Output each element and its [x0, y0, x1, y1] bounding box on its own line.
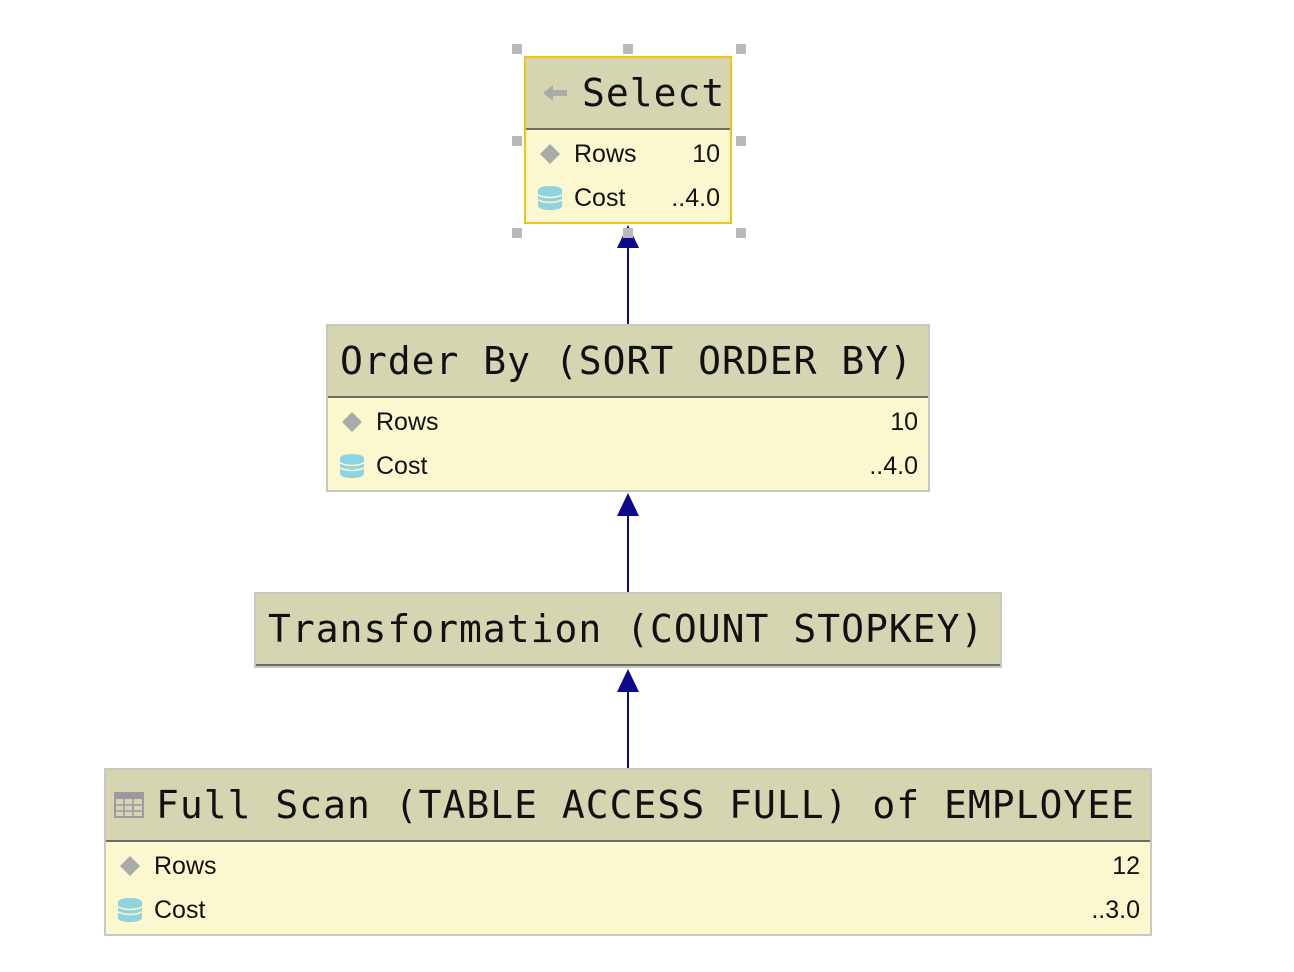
prop-label: Rows [574, 139, 637, 168]
database-icon [338, 452, 366, 480]
resize-handle-n[interactable] [623, 44, 633, 54]
node-title: Full Scan (TABLE ACCESS FULL) of EMPLOYE… [156, 783, 1135, 827]
prop-value: 12 [1112, 851, 1140, 880]
resize-handle-e[interactable] [736, 136, 746, 146]
edge-orderby-to-select [617, 225, 639, 324]
resize-handle-ne[interactable] [736, 44, 746, 54]
node-title: Transformation (COUNT STOPKEY) [268, 607, 985, 651]
table-icon [112, 788, 146, 822]
node-header: Transformation (COUNT STOPKEY) [256, 594, 1000, 666]
prop-row-rows: Rows 10 [328, 400, 928, 444]
prop-row-cost: Cost ..4.0 [328, 444, 928, 488]
prop-row-rows: Rows 10 [526, 132, 730, 176]
diamond-icon [536, 140, 564, 168]
node-title: Order By (SORT ORDER BY) [340, 339, 914, 383]
prop-value: 10 [890, 407, 918, 436]
edge-fullscan-to-transformation [617, 669, 639, 768]
plan-node-transformation[interactable]: Transformation (COUNT STOPKEY) [254, 592, 1002, 668]
diamond-icon [116, 852, 144, 880]
prop-label: Cost [376, 451, 428, 480]
prop-label: Cost [574, 183, 626, 212]
database-icon [536, 184, 564, 212]
plan-node-select[interactable]: Select Rows 10 Cost ..4.0 [524, 56, 732, 224]
prop-label: Rows [154, 851, 217, 880]
node-title: Select [582, 71, 726, 115]
prop-label: Cost [154, 895, 206, 924]
node-header: Full Scan (TABLE ACCESS FULL) of EMPLOYE… [106, 770, 1150, 842]
prop-value: 10 [692, 139, 720, 168]
diamond-icon [338, 408, 366, 436]
resize-handle-w[interactable] [512, 136, 522, 146]
prop-label: Rows [376, 407, 439, 436]
database-icon [116, 896, 144, 924]
edge-transformation-to-orderby [617, 493, 639, 592]
resize-handle-sw[interactable] [512, 228, 522, 238]
resize-handle-nw[interactable] [512, 44, 522, 54]
node-header: Order By (SORT ORDER BY) [328, 326, 928, 398]
plan-node-full-scan[interactable]: Full Scan (TABLE ACCESS FULL) of EMPLOYE… [104, 768, 1152, 936]
prop-value: ..4.0 [671, 183, 720, 212]
prop-row-rows: Rows 12 [106, 844, 1150, 888]
prop-value: ..3.0 [1091, 895, 1140, 924]
node-header: Select [526, 58, 730, 130]
plan-node-order-by[interactable]: Order By (SORT ORDER BY) Rows 10 Cost ..… [326, 324, 930, 492]
prop-row-cost: Cost ..4.0 [526, 176, 730, 220]
resize-handle-se[interactable] [736, 228, 746, 238]
arrow-left-icon [538, 76, 572, 110]
prop-value: ..4.0 [869, 451, 918, 480]
prop-row-cost: Cost ..3.0 [106, 888, 1150, 932]
resize-handle-s[interactable] [623, 228, 633, 238]
